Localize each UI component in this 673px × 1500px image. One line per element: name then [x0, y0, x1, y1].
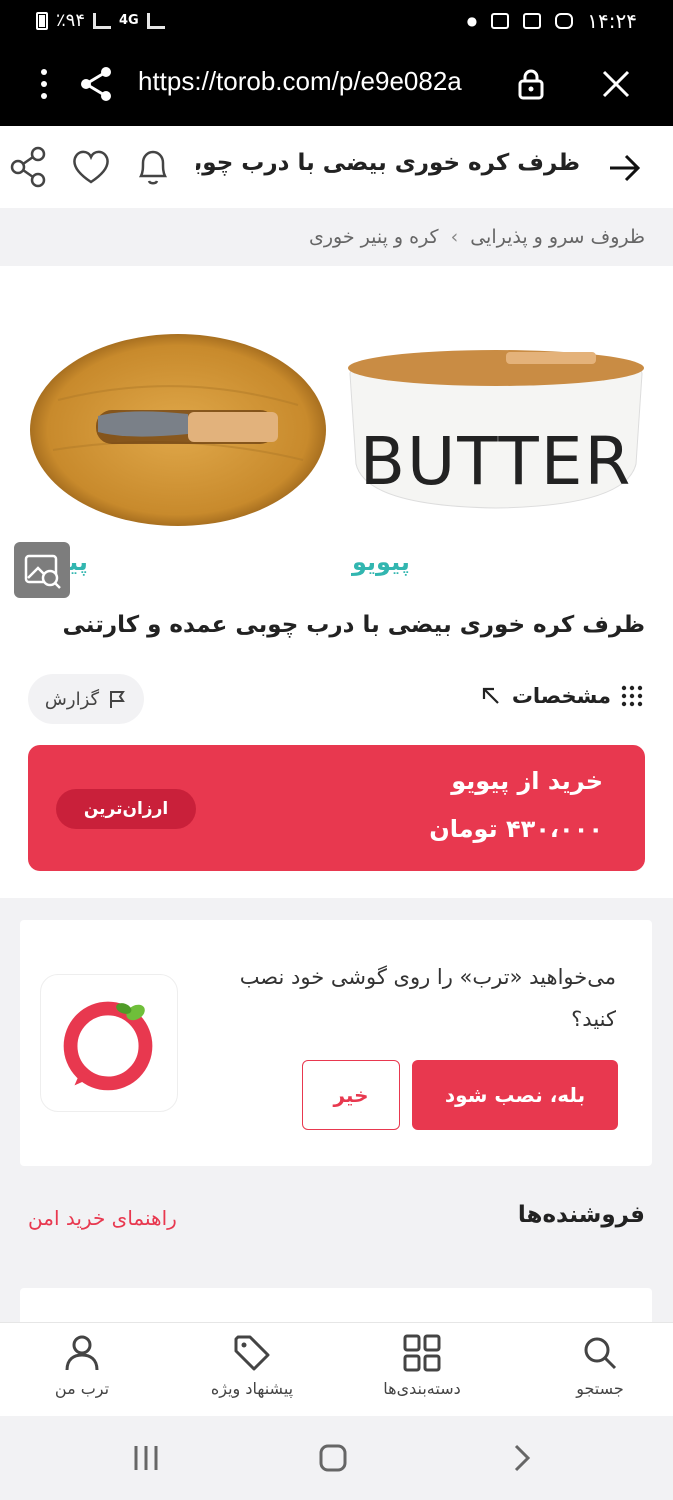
notification-icon — [523, 13, 542, 29]
instagram-icon — [555, 13, 574, 29]
shop-name: خرید از پیویو — [451, 767, 603, 795]
torob-logo — [40, 974, 178, 1112]
product-gallery[interactable]: BUTTER پیویو پیویو — [0, 266, 673, 606]
product-title: ظرف کره خوری بیضی با درب چوبی عمده و کار… — [62, 612, 645, 638]
grid-icon — [403, 1334, 441, 1372]
specs-link[interactable]: مشخصات — [480, 684, 643, 708]
install-question: می‌خواهید «ترب» را روی گوشی خود نصب کنید… — [239, 965, 616, 1031]
heart-icon[interactable] — [70, 146, 112, 188]
status-right: ● ۱۴:۲۴ — [467, 9, 637, 33]
breadcrumb-item[interactable]: ظروف سرو و پذیرایی — [470, 226, 645, 248]
nav-my-torob[interactable]: ترب من — [17, 1333, 147, 1413]
tag-icon — [234, 1335, 270, 1371]
nav-label: پیشنهاد ویژه — [210, 1379, 294, 1398]
nav-label: ترب من — [54, 1379, 110, 1398]
back-arrow-icon[interactable] — [604, 148, 644, 188]
sellers-title: فروشنده‌ها — [517, 1202, 645, 1228]
url-bar[interactable]: https://torob.com/p/e9e082a — [138, 66, 500, 102]
close-icon[interactable] — [600, 68, 632, 100]
signal-icon — [93, 12, 112, 29]
app-header: ظرف کره خوری بیضی با درب چوبی... — [0, 126, 673, 208]
flag-icon — [110, 691, 125, 708]
user-icon — [65, 1335, 99, 1371]
home-icon[interactable] — [318, 1443, 348, 1473]
breadcrumb-separator: › — [450, 226, 459, 248]
browser-toolbar: https://torob.com/p/e9e082a — [0, 42, 673, 126]
signal-icon — [146, 12, 165, 29]
cheapest-badge: ارزان‌ترین — [56, 789, 196, 829]
install-yes-button[interactable]: بله، نصب شود — [412, 1060, 618, 1130]
specs-label: مشخصات — [511, 684, 611, 708]
install-prompt-card: می‌خواهید «ترب» را روی گوشی خود نصب کنید… — [20, 920, 652, 1166]
butter-label: BUTTER — [360, 423, 633, 500]
nav-search[interactable]: جستجو — [535, 1333, 665, 1413]
lock-icon[interactable] — [516, 68, 546, 100]
bottom-navigation: جستجو دسته‌بندی‌ها پیشنهاد ویژه ترب من — [0, 1322, 673, 1416]
bell-icon[interactable] — [132, 144, 174, 190]
nav-label: جستجو — [576, 1379, 624, 1398]
notification-icon — [491, 13, 510, 29]
battery-icon — [36, 11, 48, 30]
grid-dots-icon — [621, 685, 643, 707]
status-bar: ٪۹۴ 4G ● ۱۴:۲۴ — [0, 0, 673, 42]
price: ۴۳۰،۰۰۰ تومان — [429, 815, 603, 843]
product-image-butter-dish[interactable]: BUTTER — [346, 344, 646, 514]
offer-card[interactable]: خرید از پیویو ۴۳۰،۰۰۰ تومان ارزان‌ترین — [28, 745, 645, 871]
dot-icon: ● — [466, 14, 478, 28]
watermark: پیویو — [352, 548, 410, 576]
image-search-icon — [24, 554, 61, 589]
install-no-button[interactable]: خیر — [302, 1060, 400, 1130]
breadcrumb-item[interactable]: کره و پنیر خوری — [309, 226, 439, 248]
share-icon[interactable] — [76, 64, 116, 104]
network-type: 4G — [119, 13, 139, 28]
more-menu-icon[interactable] — [36, 68, 52, 100]
product-image-lid[interactable] — [28, 330, 328, 530]
nav-special-offer[interactable]: پیشنهاد ویژه — [187, 1333, 317, 1413]
battery-level: ٪۹۴ — [56, 10, 86, 31]
torob-logo-icon — [63, 1001, 153, 1091]
clock: ۱۴:۲۴ — [587, 9, 637, 33]
system-navigation — [0, 1416, 673, 1500]
nav-label: دسته‌بندی‌ها — [383, 1379, 461, 1398]
nav-categories[interactable]: دسته‌بندی‌ها — [357, 1333, 487, 1413]
page-title: ظرف کره خوری بیضی با درب چوبی... — [196, 150, 580, 176]
chevron-right-icon[interactable] — [508, 1443, 536, 1473]
share-icon[interactable] — [8, 144, 50, 190]
report-button[interactable]: گزارش — [28, 674, 144, 724]
safe-buy-guide-link[interactable]: راهنمای خرید امن — [28, 1206, 177, 1230]
breadcrumb: ظروف سرو و پذیرایی › کره و پنیر خوری — [0, 208, 673, 266]
status-left: ٪۹۴ 4G — [36, 10, 165, 31]
arrow-up-left-icon — [482, 687, 499, 704]
image-search-button[interactable] — [14, 542, 70, 598]
report-label: گزارش — [44, 688, 100, 710]
search-icon — [584, 1337, 617, 1370]
recent-apps-icon[interactable] — [132, 1444, 160, 1472]
